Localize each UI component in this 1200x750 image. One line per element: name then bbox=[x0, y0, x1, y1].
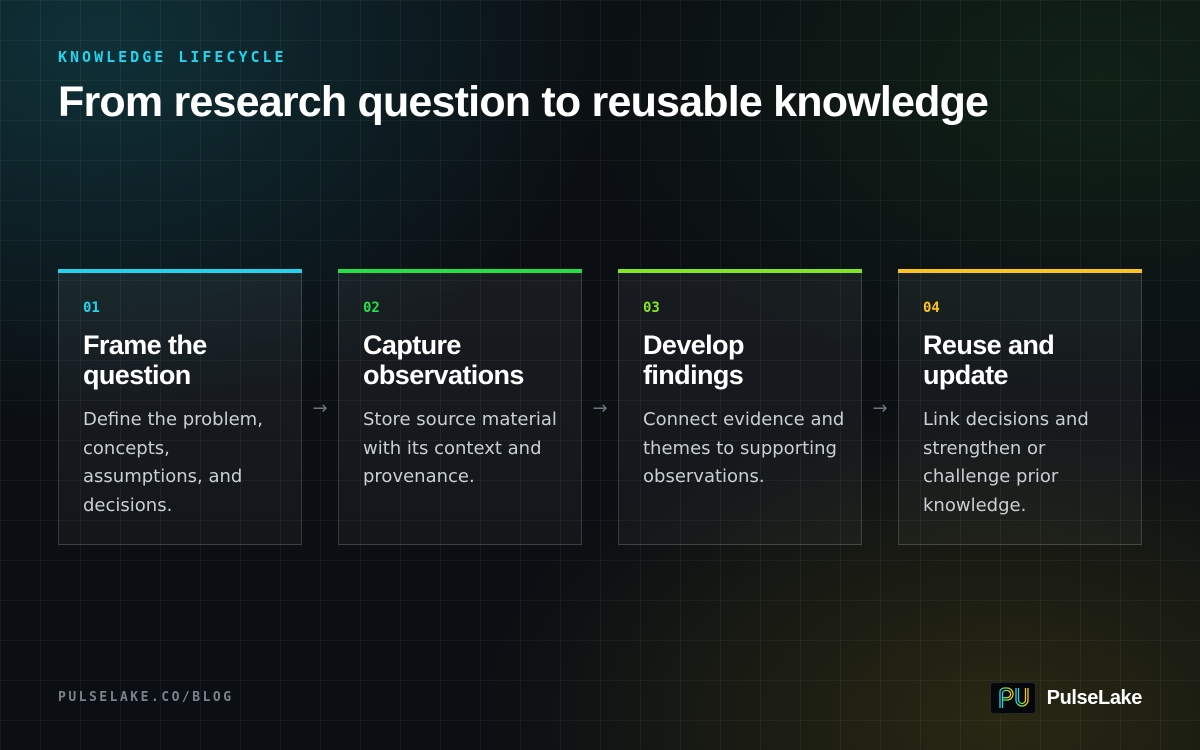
arrow-right-icon: → bbox=[872, 398, 888, 419]
footer-url-link[interactable]: PULSELAKE.CO/BLOG bbox=[58, 690, 234, 705]
step-card-capture-observations: 02 Capture observations Store source mat… bbox=[338, 269, 582, 545]
step-accent-bar bbox=[618, 269, 862, 273]
step-title: Reuse and update bbox=[923, 330, 1055, 390]
step-number: 02 bbox=[363, 300, 380, 316]
eyebrow-label: KNOWLEDGE LIFECYCLE bbox=[58, 48, 287, 66]
step-accent-bar bbox=[338, 269, 582, 273]
step-description: Define the problem, concepts, assumption… bbox=[83, 409, 263, 516]
step-title: Capture observations bbox=[363, 330, 524, 390]
step-number: 03 bbox=[643, 300, 660, 316]
arrow-right-icon: → bbox=[592, 398, 608, 419]
pulselake-logo-icon bbox=[989, 682, 1036, 714]
page-title: From research question to reusable knowl… bbox=[58, 78, 989, 126]
arrow-right-icon: → bbox=[312, 398, 328, 419]
step-card-develop-findings: 03 Develop findings Connect evidence and… bbox=[618, 269, 862, 545]
step-description: Store source material with its context a… bbox=[363, 409, 557, 487]
step-accent-bar bbox=[898, 269, 1142, 273]
step-card-reuse-update: 04 Reuse and update Link decisions and s… bbox=[898, 269, 1142, 545]
step-description: Connect evidence and themes to supportin… bbox=[643, 409, 845, 487]
brand-name: PulseLake bbox=[1046, 686, 1143, 709]
step-number: 01 bbox=[83, 300, 100, 316]
brand: PulseLake bbox=[989, 682, 1143, 714]
step-description: Link decisions and strengthen or challen… bbox=[923, 409, 1089, 516]
step-card-frame-question: 01 Frame the question Define the problem… bbox=[58, 269, 302, 545]
step-accent-bar bbox=[58, 269, 302, 273]
step-title: Frame the question bbox=[83, 330, 207, 390]
lifecycle-steps: 01 Frame the question Define the problem… bbox=[58, 269, 1142, 545]
step-number: 04 bbox=[923, 300, 940, 316]
step-title: Develop findings bbox=[643, 330, 744, 390]
